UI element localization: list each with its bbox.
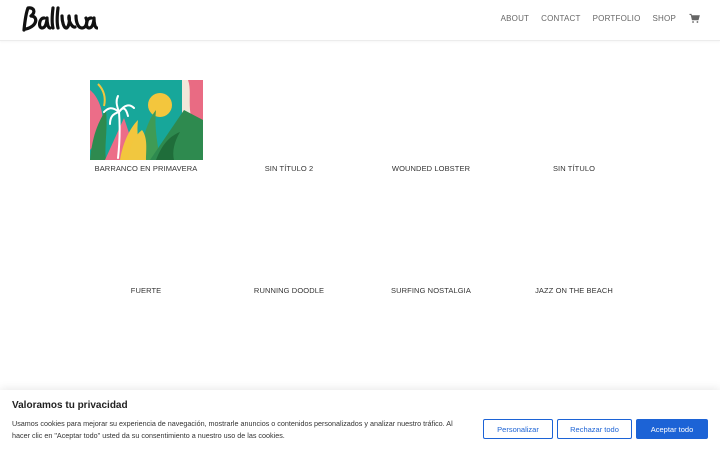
artwork-title[interactable]: SIN TÍTULO 2: [218, 164, 360, 173]
gallery-item[interactable]: WOUNDED LOBSTER: [360, 164, 502, 173]
gallery-item[interactable]: BARRANCO EN PRIMAVERA: [75, 80, 217, 173]
gallery-item[interactable]: SURFING NOSTALGIA: [360, 286, 502, 295]
nav-about[interactable]: ABOUT: [501, 14, 530, 23]
accept-all-button[interactable]: Aceptar todo: [636, 419, 708, 439]
gallery-item[interactable]: RUNNING DOODLE: [218, 286, 360, 295]
reject-all-button[interactable]: Rechazar todo: [557, 419, 632, 439]
artwork-title[interactable]: BARRANCO EN PRIMAVERA: [75, 164, 217, 173]
customize-button[interactable]: Personalizar: [483, 419, 553, 439]
artwork-title[interactable]: JAZZ ON THE BEACH: [503, 286, 645, 295]
cookie-text: Usamos cookies para mejorar su experienc…: [12, 419, 453, 440]
artwork-title[interactable]: SIN TÍTULO: [503, 164, 645, 173]
main-nav: ABOUT CONTACT PORTFOLIO SHOP: [489, 13, 700, 24]
artwork-thumbnail[interactable]: [89, 80, 203, 160]
gallery-item[interactable]: JAZZ ON THE BEACH: [503, 286, 645, 295]
nav-shop[interactable]: SHOP: [653, 14, 676, 23]
artwork-title[interactable]: RUNNING DOODLE: [218, 286, 360, 295]
cookie-title: Valoramos tu privacidad: [12, 400, 128, 411]
gallery-item[interactable]: SIN TÍTULO 2: [218, 164, 360, 173]
artwork-title[interactable]: WOUNDED LOBSTER: [360, 164, 502, 173]
gallery-item[interactable]: FUERTE: [75, 286, 217, 295]
gallery-item[interactable]: SIN TÍTULO: [503, 164, 645, 173]
nav-portfolio[interactable]: PORTFOLIO: [593, 14, 641, 23]
cookie-consent-banner: Valoramos tu privacidad Usamos cookies p…: [0, 390, 720, 450]
shopping-cart-icon[interactable]: [689, 13, 700, 24]
nav-contact[interactable]: CONTACT: [541, 14, 580, 23]
artwork-title[interactable]: FUERTE: [75, 286, 217, 295]
artwork-title[interactable]: SURFING NOSTALGIA: [360, 286, 502, 295]
barrera-logo[interactable]: [20, 4, 98, 34]
site-header: ABOUT CONTACT PORTFOLIO SHOP: [0, 0, 720, 41]
